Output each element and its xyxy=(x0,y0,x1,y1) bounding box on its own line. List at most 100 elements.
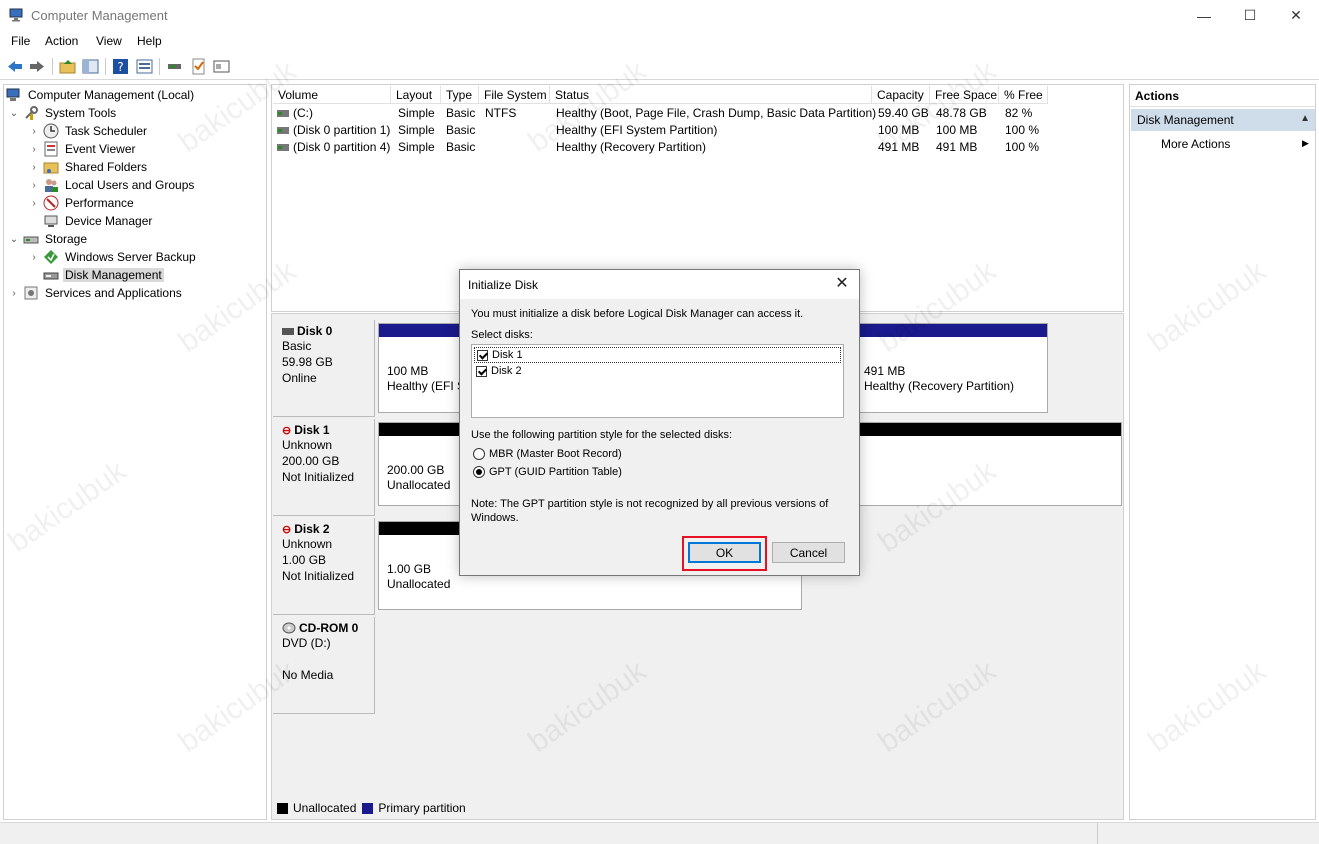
menu-view[interactable]: View xyxy=(96,34,122,48)
volume-icon xyxy=(277,144,289,151)
select-disks-label: Select disks: xyxy=(471,329,533,341)
disk-label-disk-1[interactable]: ⊖ Disk 1 Unknown 200.00 GB Not Initialize… xyxy=(273,419,375,516)
toolbar-separator xyxy=(159,58,160,75)
maximize-button[interactable]: ☐ xyxy=(1227,0,1273,31)
dialog-title: Initialize Disk xyxy=(468,278,539,292)
show-hide-tree-icon[interactable] xyxy=(82,58,100,75)
view-icon[interactable] xyxy=(213,58,231,75)
volume-icon xyxy=(277,127,289,134)
close-icon: ✕ xyxy=(835,275,849,292)
cd-rom-icon xyxy=(282,622,296,634)
legend: Unallocated Primary partition xyxy=(277,801,466,815)
dialog-title-bar: Initialize Disk ✕ xyxy=(460,270,859,299)
status-divider xyxy=(1097,823,1098,844)
event-viewer-icon xyxy=(44,141,58,157)
disk-2-checkbox-item[interactable]: Disk 2 xyxy=(474,363,841,379)
column-header-capacity[interactable]: Capacity xyxy=(872,86,930,104)
tree-item-storage[interactable]: ⌄ Storage xyxy=(8,230,89,248)
actions-section-disk-management[interactable]: Disk Management ▲ xyxy=(1131,109,1315,131)
toolbar: ? xyxy=(0,53,1319,80)
column-header-type[interactable]: Type xyxy=(441,86,479,104)
help-icon[interactable]: ? xyxy=(112,58,130,75)
tree-item-event-viewer[interactable]: › Event Viewer xyxy=(28,140,137,158)
volume-icon xyxy=(277,110,289,117)
expand-icon[interactable]: › xyxy=(28,126,40,137)
column-header-free-space[interactable]: Free Space xyxy=(930,86,999,104)
back-icon[interactable] xyxy=(6,58,24,75)
radio-selected-icon[interactable] xyxy=(473,466,485,478)
not-initialized-icon: ⊖ xyxy=(282,424,292,437)
menu-help[interactable]: Help xyxy=(137,34,162,48)
more-actions[interactable]: More Actions xyxy=(1161,137,1230,151)
tree-item-device-manager[interactable]: Device Manager xyxy=(28,212,154,230)
menu-action[interactable]: Action xyxy=(45,34,78,48)
status-bar xyxy=(0,822,1319,844)
device-manager-icon xyxy=(44,215,58,227)
connect-icon[interactable] xyxy=(166,58,184,75)
disk-label-cdrom-0[interactable]: CD-ROM 0 DVD (D:) No Media xyxy=(273,617,375,714)
expand-icon[interactable]: › xyxy=(28,162,40,173)
disk-1-checkbox-item[interactable]: Disk 1 xyxy=(474,347,841,363)
column-header-volume[interactable]: Volume xyxy=(273,86,391,104)
forward-icon[interactable] xyxy=(28,58,46,75)
checkbox-checked-icon[interactable] xyxy=(476,365,487,377)
expand-icon[interactable]: › xyxy=(28,252,40,263)
clock-icon xyxy=(43,123,59,139)
expand-icon[interactable]: ⌄ xyxy=(8,108,20,119)
services-icon xyxy=(24,286,38,300)
tree-item-windows-server-backup[interactable]: › Windows Server Backup xyxy=(28,248,198,266)
disk-label-disk-0[interactable]: Disk 0 Basic 59.98 GB Online xyxy=(273,320,375,417)
toolbar-separator xyxy=(52,58,53,75)
expand-icon[interactable]: ⌄ xyxy=(8,234,20,245)
close-button[interactable]: ✕ xyxy=(1273,0,1319,31)
radio-unselected-icon[interactable] xyxy=(473,448,485,460)
column-header-percent-free[interactable]: % Free xyxy=(999,86,1048,104)
expand-icon[interactable]: › xyxy=(28,144,40,155)
backup-icon xyxy=(44,250,58,264)
minimize-button[interactable]: — xyxy=(1181,0,1227,31)
gpt-radio[interactable]: GPT (GUID Partition Table) xyxy=(473,466,622,478)
column-header-layout[interactable]: Layout xyxy=(391,86,441,104)
tree-item-shared-folders[interactable]: › Shared Folders xyxy=(28,158,149,176)
tree-item-task-scheduler[interactable]: › Task Scheduler xyxy=(28,122,149,140)
disk-selection-list[interactable]: Disk 1 Disk 2 xyxy=(471,344,844,418)
actions-pane: Actions Disk Management ▲ More Actions ▶ xyxy=(1129,84,1316,820)
menu-file[interactable]: File xyxy=(11,34,30,48)
partition-style-label: Use the following partition style for th… xyxy=(471,429,733,441)
table-row[interactable]: (C:) Simple Basic NTFS Healthy (Boot, Pa… xyxy=(272,105,1123,122)
dialog-intro-text: You must initialize a disk before Logica… xyxy=(471,308,804,320)
minimize-icon: — xyxy=(1197,7,1211,24)
table-row[interactable]: (Disk 0 partition 4) Simple Basic Health… xyxy=(272,139,1123,156)
gpt-note-line-1: Note: The GPT partition style is not rec… xyxy=(471,498,829,510)
navigation-tree: Computer Management (Local) ⌄ System Too… xyxy=(3,84,267,820)
up-folder-icon[interactable] xyxy=(59,58,77,75)
dialog-close-button[interactable]: ✕ xyxy=(831,273,853,295)
maximize-icon: ☐ xyxy=(1243,7,1257,23)
partition-recovery[interactable]: 491 MB Healthy (Recovery Partition) xyxy=(856,323,1048,413)
table-row[interactable]: (Disk 0 partition 1) Simple Basic Health… xyxy=(272,122,1123,139)
disk-label-disk-2[interactable]: ⊖ Disk 2 Unknown 1.00 GB Not Initialized xyxy=(273,518,375,615)
svg-text:?: ? xyxy=(117,60,123,74)
tree-item-local-users-and-groups[interactable]: › Local Users and Groups xyxy=(28,176,196,194)
mbr-radio[interactable]: MBR (Master Boot Record) xyxy=(473,448,622,460)
cancel-button[interactable]: Cancel xyxy=(772,542,845,563)
tree-item-disk-management[interactable]: Disk Management xyxy=(28,266,164,284)
column-header-status[interactable]: Status xyxy=(550,86,872,104)
expand-icon[interactable]: › xyxy=(28,198,40,209)
tree-item-system-tools[interactable]: ⌄ System Tools xyxy=(8,104,118,122)
tree-item-services-and-applications[interactable]: › Services and Applications xyxy=(8,284,184,302)
expand-icon[interactable]: › xyxy=(28,180,40,191)
close-icon: ✕ xyxy=(1290,7,1302,23)
unallocated-swatch xyxy=(277,802,288,814)
users-icon xyxy=(45,179,58,192)
properties-icon[interactable] xyxy=(136,58,154,75)
not-initialized-icon: ⊖ xyxy=(282,523,292,536)
tree-item-computer-management[interactable]: Computer Management (Local) xyxy=(6,86,196,104)
collapse-icon[interactable]: ▲ xyxy=(1300,113,1310,124)
checklist-icon[interactable] xyxy=(190,58,208,75)
computer-icon xyxy=(6,88,20,101)
column-header-file-system[interactable]: File System xyxy=(479,86,550,104)
checkbox-checked-icon[interactable] xyxy=(477,349,488,361)
tree-item-performance[interactable]: › Performance xyxy=(28,194,136,212)
expand-icon[interactable]: › xyxy=(8,288,20,299)
